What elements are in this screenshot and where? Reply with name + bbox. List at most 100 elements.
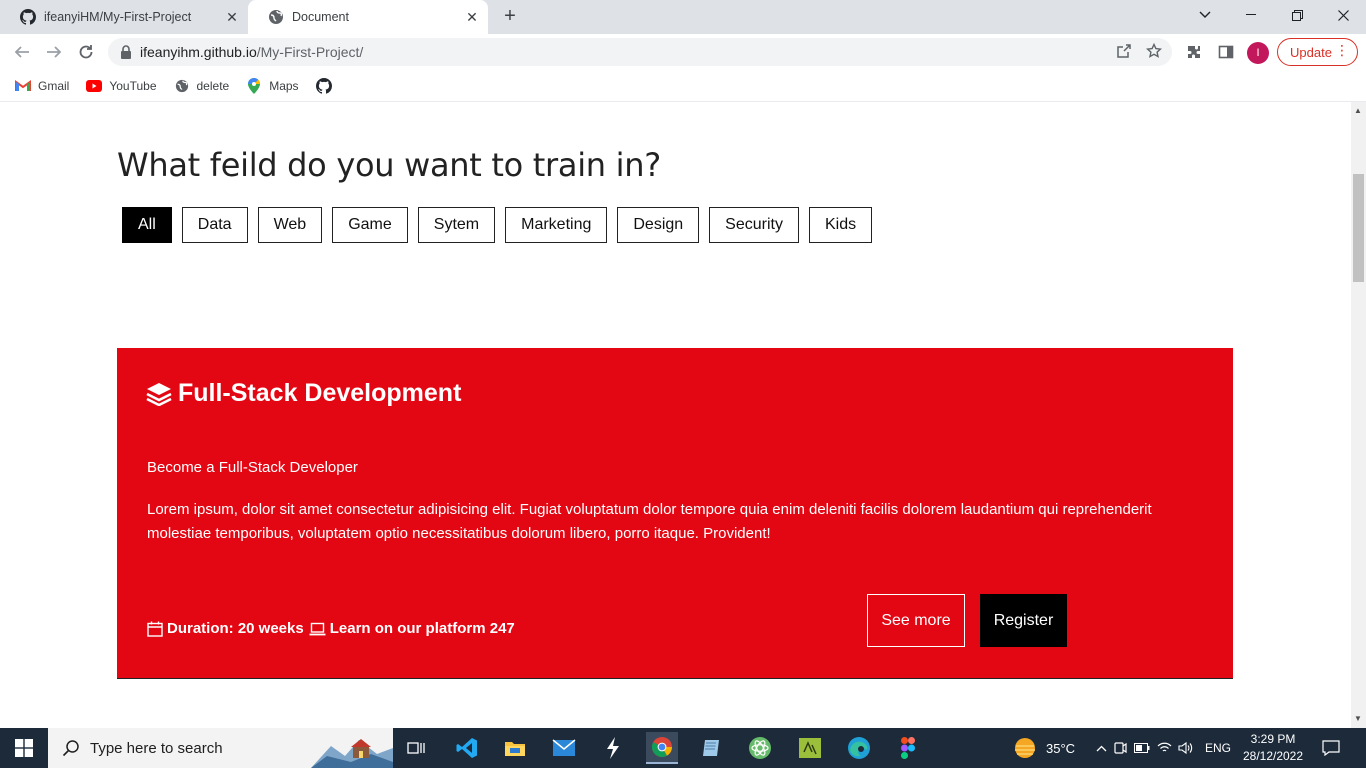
- system-tray: ENG: [1093, 728, 1231, 768]
- card-subtitle: Become a Full-Stack Developer: [147, 459, 358, 476]
- wifi-icon[interactable]: [1153, 742, 1175, 754]
- filter-kids[interactable]: Kids: [808, 207, 873, 243]
- volume-icon[interactable]: [1175, 742, 1197, 754]
- tab-search-chevron-icon[interactable]: [1182, 0, 1228, 30]
- gmail-icon: [15, 78, 31, 94]
- globe-icon: [268, 9, 284, 25]
- page-heading: What feild do you want to train in?: [117, 146, 661, 184]
- search-highlight-illustration: [311, 739, 393, 768]
- lock-icon[interactable]: [120, 45, 132, 59]
- close-tab-icon[interactable]: ✕: [464, 9, 480, 25]
- filter-all[interactable]: All: [122, 207, 172, 243]
- github-icon: [20, 9, 36, 25]
- filter-security[interactable]: Security: [709, 207, 799, 243]
- side-panel-icon[interactable]: [1216, 42, 1236, 62]
- more-menu-icon[interactable]: ⋮: [1335, 42, 1349, 59]
- minimize-button[interactable]: [1228, 0, 1274, 30]
- page-viewport: What feild do you want to train in? All …: [0, 102, 1351, 728]
- chevron-up-icon[interactable]: [1093, 745, 1109, 752]
- bookmarks-bar: Gmail YouTube delete Maps: [0, 70, 1366, 102]
- tab-title: ifeanyiHM/My-First-Project: [44, 10, 192, 24]
- close-window-button[interactable]: [1320, 0, 1366, 30]
- update-button[interactable]: Update ⋮: [1277, 38, 1358, 66]
- notes-app-icon[interactable]: [695, 732, 727, 764]
- scroll-up-arrow-icon[interactable]: ▲: [1354, 106, 1362, 115]
- tab-strip: ifeanyiHM/My-First-Project ✕ Document ✕ …: [0, 0, 1366, 34]
- clock-time: 3:29 PM: [1250, 732, 1296, 746]
- clock-date: 28/12/2022: [1242, 749, 1304, 763]
- new-tab-button[interactable]: +: [498, 5, 522, 29]
- filter-sytem[interactable]: Sytem: [417, 207, 496, 243]
- card-meta: Duration: 20 weeks Learn on our platform…: [147, 620, 515, 637]
- layers-icon: [146, 382, 172, 406]
- share-icon[interactable]: [1116, 43, 1132, 63]
- forward-arrow-icon[interactable]: [42, 40, 66, 64]
- chrome-icon[interactable]: [646, 732, 678, 764]
- search-icon: [62, 739, 80, 757]
- weather-temperature: 35°C: [1046, 740, 1076, 756]
- notification-center-icon[interactable]: [1320, 738, 1342, 758]
- bookmark-delete[interactable]: delete: [174, 78, 229, 94]
- duration-text: Duration: 20 weeks: [167, 620, 304, 637]
- calendar-icon: [147, 621, 163, 637]
- filter-marketing[interactable]: Marketing: [505, 207, 608, 243]
- laptop-icon: [309, 622, 326, 636]
- bookmark-youtube[interactable]: YouTube: [86, 78, 157, 94]
- task-view-icon[interactable]: [400, 732, 432, 764]
- bookmark-github[interactable]: [315, 77, 339, 94]
- figma-icon[interactable]: [892, 732, 924, 764]
- file-explorer-icon[interactable]: [499, 732, 531, 764]
- globe-icon: [174, 78, 190, 94]
- atom-icon[interactable]: [744, 732, 776, 764]
- filter-data[interactable]: Data: [181, 207, 248, 243]
- mail-icon[interactable]: [548, 732, 580, 764]
- course-card: Full-Stack Development Become a Full-Sta…: [117, 348, 1233, 679]
- update-label: Update: [1290, 44, 1332, 60]
- browser-toolbar: ifeanyihm.github.io/My-First-Project/ I …: [0, 34, 1366, 70]
- card-title-text: Full-Stack Development: [178, 379, 462, 407]
- back-arrow-icon[interactable]: [10, 40, 34, 64]
- card-title: Full-Stack Development: [146, 379, 461, 408]
- extensions-puzzle-icon[interactable]: [1184, 42, 1204, 62]
- url-path: /My-First-Project/: [256, 44, 364, 60]
- windows-taskbar: Type here to search 35°C ENG 3:29 PM 28/…: [0, 728, 1366, 768]
- taskbar-search-box[interactable]: Type here to search: [48, 728, 393, 768]
- card-description: Lorem ipsum, dolor sit amet consectetur …: [147, 501, 1152, 542]
- url-host: ifeanyihm.github.io: [140, 44, 257, 60]
- bookmark-maps[interactable]: Maps: [246, 77, 299, 94]
- youtube-icon: [86, 78, 103, 94]
- close-tab-icon[interactable]: ✕: [224, 9, 240, 25]
- tab-title: Document: [292, 10, 349, 24]
- github-icon: [315, 77, 332, 94]
- address-bar[interactable]: ifeanyihm.github.io/My-First-Project/: [108, 38, 1172, 66]
- platform-text: Learn on our platform 247: [329, 620, 515, 637]
- maps-icon: [246, 77, 262, 94]
- filter-design[interactable]: Design: [617, 207, 700, 243]
- page-scrollbar[interactable]: ▲ ▼: [1351, 102, 1366, 728]
- category-filters: All Data Web Game Sytem Marketing Design…: [122, 207, 873, 243]
- bookmark-gmail[interactable]: Gmail: [15, 78, 69, 94]
- battery-icon[interactable]: [1131, 743, 1153, 753]
- tab-github[interactable]: ifeanyiHM/My-First-Project ✕: [0, 0, 248, 34]
- meet-now-icon[interactable]: [1109, 741, 1131, 755]
- filter-web[interactable]: Web: [257, 207, 323, 243]
- scroll-down-arrow-icon[interactable]: ▼: [1354, 714, 1362, 723]
- register-button[interactable]: Register: [980, 594, 1067, 647]
- terminal-app-icon[interactable]: [794, 732, 826, 764]
- profile-avatar[interactable]: I: [1247, 42, 1269, 64]
- reload-icon[interactable]: [74, 40, 98, 64]
- edge-icon[interactable]: [843, 732, 875, 764]
- windows-start-icon[interactable]: [0, 728, 48, 768]
- bookmark-star-icon[interactable]: [1145, 42, 1163, 63]
- vscode-icon[interactable]: [451, 732, 483, 764]
- search-placeholder: Type here to search: [90, 739, 223, 757]
- taskbar-clock[interactable]: 3:29 PM 28/12/2022: [1238, 731, 1308, 765]
- tab-document[interactable]: Document ✕: [248, 0, 488, 34]
- sublime-lightning-icon[interactable]: [597, 732, 629, 764]
- input-language[interactable]: ENG: [1205, 741, 1231, 755]
- see-more-button[interactable]: See more: [867, 594, 965, 647]
- filter-game[interactable]: Game: [332, 207, 408, 243]
- weather-widget[interactable]: 35°C: [1012, 728, 1075, 768]
- restore-button[interactable]: [1274, 0, 1320, 30]
- scrollbar-thumb[interactable]: [1353, 174, 1364, 282]
